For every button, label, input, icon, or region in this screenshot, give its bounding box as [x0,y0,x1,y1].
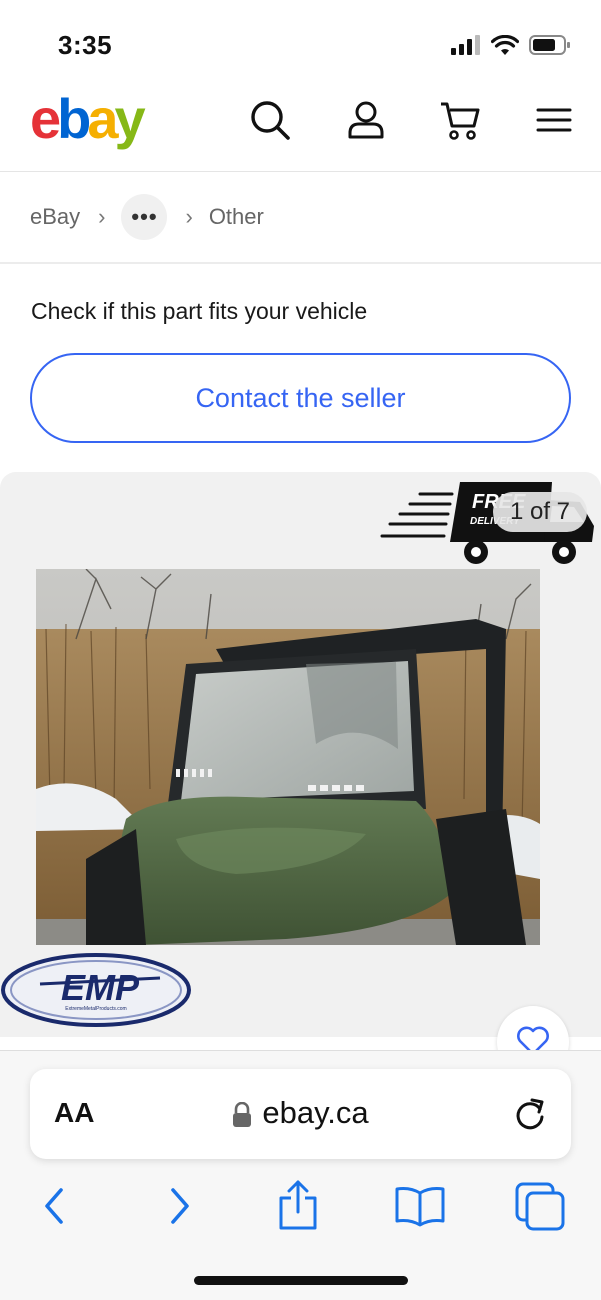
breadcrumb: eBay › ••• › Other [0,172,601,264]
fitment-prompt: Check if this part fits your vehicle [31,298,368,324]
chevron-left-icon [45,1188,63,1224]
forward-button[interactable] [158,1181,202,1231]
url-text: ebay.ca [262,1095,369,1130]
search-icon[interactable] [248,98,292,142]
browser-toolbar: AA ebay.ca [0,1050,601,1300]
emp-logo-text: EMP [61,967,140,1008]
menu-icon[interactable] [532,98,576,142]
emp-brand-logo: EMP ExtremeMetalProducts.com [1,953,191,1027]
image-gallery[interactable]: FREE DELIVERY 1 of 7 EMP ExtremeMetalPro… [0,472,601,1037]
site-header: ebay [0,90,601,172]
battery-icon [529,35,570,55]
wifi-icon [491,34,519,55]
reload-icon[interactable] [513,1096,547,1132]
home-indicator[interactable] [194,1276,408,1285]
book-icon [395,1187,445,1227]
lock-icon [233,1101,252,1127]
tabs-button[interactable] [514,1181,566,1231]
breadcrumb-more-button[interactable]: ••• [121,194,168,240]
share-button[interactable] [276,1180,320,1231]
url-display[interactable]: ebay.ca [30,1095,571,1131]
account-icon[interactable] [344,98,388,142]
product-photo[interactable] [36,569,540,945]
breadcrumb-current[interactable]: Other [209,204,264,230]
ebay-logo[interactable]: ebay [30,90,146,148]
bookmarks-button[interactable] [394,1181,446,1231]
cart-icon[interactable] [438,98,482,142]
contact-seller-button[interactable]: Contact the seller [30,353,571,443]
status-time: 3:35 [58,30,113,60]
address-bar[interactable]: AA ebay.ca [30,1069,571,1159]
back-button[interactable] [32,1181,76,1231]
status-bar: 3:35 [0,0,601,90]
cellular-signal-icon [451,35,480,55]
status-icons [451,34,571,56]
chevron-right-icon: › [98,204,106,229]
breadcrumb-home[interactable]: eBay [30,204,80,230]
chevron-right-icon: › [185,204,193,229]
share-icon [279,1180,317,1230]
chevron-right-icon [171,1188,189,1224]
tabs-icon [515,1182,565,1231]
emp-logo-subtext: ExtremeMetalProducts.com [65,1006,126,1012]
image-counter: 1 of 7 [493,492,587,532]
